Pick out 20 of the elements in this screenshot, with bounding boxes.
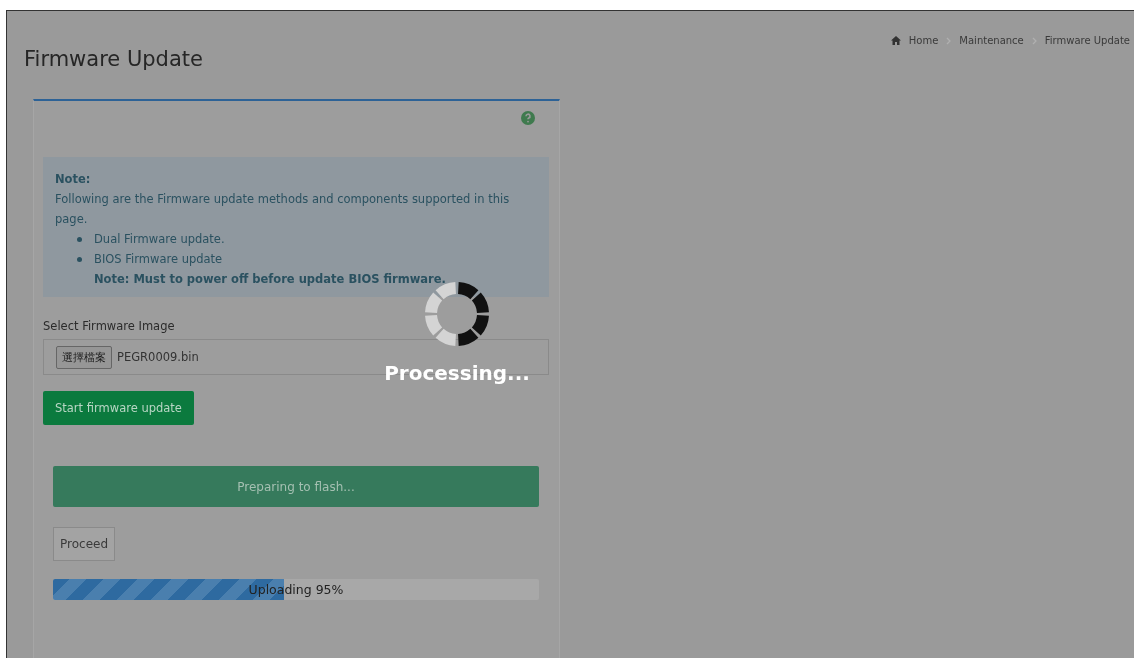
help-icon[interactable] (521, 111, 535, 125)
page-title: Firmware Update (24, 47, 203, 71)
breadcrumb-link[interactable]: Maintenance (959, 35, 1024, 46)
loading-spinner-icon (424, 281, 490, 347)
choose-file-button[interactable]: 選擇檔案 (56, 345, 112, 369)
home-icon (890, 36, 901, 45)
list-item-text: Dual Firmware update. (94, 231, 225, 248)
bullet-icon (77, 237, 82, 242)
warning-note: Note: Must to power off before update BIOS firmware. (94, 271, 446, 288)
note-heading: Note: (55, 171, 92, 188)
proceed-button[interactable]: Proceed (53, 527, 116, 561)
breadcrumb-link[interactable]: Home (908, 35, 939, 46)
breadcrumb-link[interactable]: Firmware Update (1044, 35, 1130, 46)
status-bar: Preparing to flash... (53, 466, 539, 507)
note-text: Following are the Firmware update methods and components supported in this page. (55, 191, 511, 228)
file-name: PEGR0009.bin (117, 350, 199, 364)
bullet-icon (77, 257, 82, 262)
list-item-text: BIOS Firmware update (94, 251, 224, 268)
field-label: Select Firmware Image (43, 319, 176, 333)
start-update-button[interactable]: Start firmware update (43, 391, 194, 425)
